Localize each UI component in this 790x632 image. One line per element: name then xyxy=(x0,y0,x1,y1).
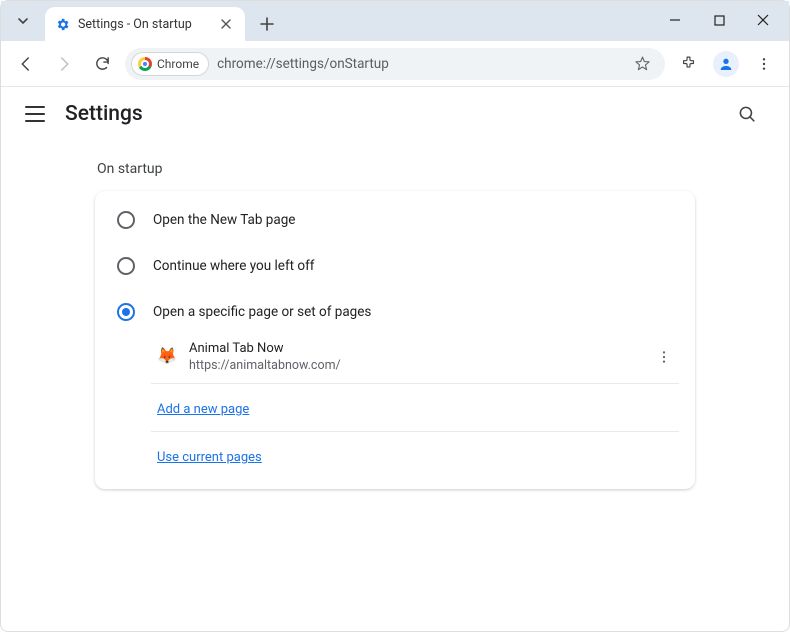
profile-avatar[interactable] xyxy=(711,49,741,79)
browser-toolbar: Chrome chrome://settings/onStartup xyxy=(1,41,789,87)
startup-card: Open the New Tab page Continue where you… xyxy=(95,191,695,489)
chrome-logo-icon xyxy=(138,57,152,71)
page-more-button[interactable] xyxy=(649,342,679,372)
url-text: chrome://settings/onStartup xyxy=(217,56,626,72)
tab-title: Settings - On startup xyxy=(78,17,209,32)
startup-pages-list: 🦊 Animal Tab Now https://animaltabnow.co… xyxy=(151,335,679,479)
page-info: Animal Tab Now https://animaltabnow.com/ xyxy=(189,341,635,373)
kebab-menu[interactable] xyxy=(749,49,779,79)
radio-specific-pages[interactable]: Open a specific page or set of pages xyxy=(95,289,695,335)
page-name: Animal Tab Now xyxy=(189,341,635,356)
page-title: Settings xyxy=(65,102,143,126)
radio-continue[interactable]: Continue where you left off xyxy=(95,243,695,289)
section-title: On startup xyxy=(95,161,695,177)
extensions-icon[interactable] xyxy=(673,49,703,79)
radio-label: Continue where you left off xyxy=(153,258,315,274)
radio-icon xyxy=(117,303,135,321)
search-icon[interactable] xyxy=(729,96,765,132)
window-controls xyxy=(653,5,785,35)
omnibox[interactable]: Chrome chrome://settings/onStartup xyxy=(125,48,665,80)
radio-icon xyxy=(117,211,135,229)
browser-tab[interactable]: Settings - On startup xyxy=(45,7,245,41)
back-button[interactable] xyxy=(11,49,41,79)
window-titlebar: Settings - On startup xyxy=(1,1,789,41)
radio-icon xyxy=(117,257,135,275)
page-favicon: 🦊 xyxy=(157,348,175,366)
add-page-link[interactable]: Add a new page xyxy=(157,402,249,417)
site-chip[interactable]: Chrome xyxy=(131,52,209,76)
minimize-button[interactable] xyxy=(653,5,697,35)
radio-new-tab[interactable]: Open the New Tab page xyxy=(95,197,695,243)
bookmark-star-icon[interactable] xyxy=(634,55,651,72)
use-current-link[interactable]: Use current pages xyxy=(157,450,262,465)
radio-label: Open the New Tab page xyxy=(153,212,295,228)
site-chip-label: Chrome xyxy=(157,57,199,71)
close-icon[interactable] xyxy=(217,15,235,33)
forward-button[interactable] xyxy=(49,49,79,79)
tab-list-caret[interactable] xyxy=(7,5,39,37)
use-current-row: Use current pages xyxy=(151,432,679,479)
settings-content: On startup Open the New Tab page Continu… xyxy=(1,141,789,489)
page-url: https://animaltabnow.com/ xyxy=(189,358,635,373)
settings-header: Settings xyxy=(1,87,789,141)
reload-button[interactable] xyxy=(87,49,117,79)
hamburger-icon[interactable] xyxy=(25,106,45,122)
startup-page-row: 🦊 Animal Tab Now https://animaltabnow.co… xyxy=(151,335,679,384)
new-tab-button[interactable] xyxy=(253,10,281,38)
radio-label: Open a specific page or set of pages xyxy=(153,304,371,320)
add-page-row: Add a new page xyxy=(151,384,679,432)
gear-icon xyxy=(55,17,70,32)
window-close-button[interactable] xyxy=(741,5,785,35)
maximize-button[interactable] xyxy=(697,5,741,35)
